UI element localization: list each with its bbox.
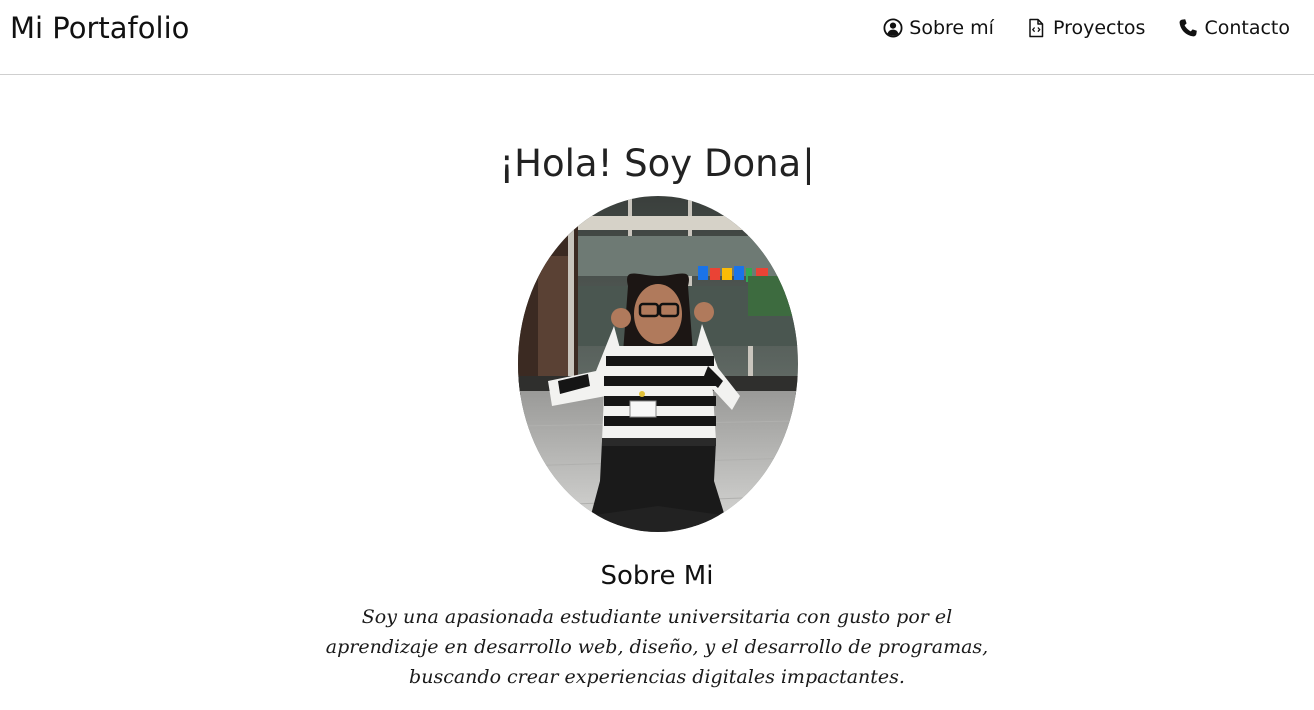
about-description: Soy una apasionada estudiante universita… — [325, 606, 989, 688]
greeting-heading: ¡Hola! Soy Dona| — [0, 140, 1314, 188]
typing-cursor: | — [802, 142, 815, 185]
profile-photo-illustration — [518, 196, 798, 532]
about-title: Sobre Mi — [600, 561, 714, 591]
greeting-text: ¡Hola! Soy Dona — [499, 142, 802, 185]
hero-section: ¡Hola! Soy Dona| Sobre Mi Soy una apasio… — [0, 0, 1314, 710]
profile-photo — [518, 196, 798, 532]
